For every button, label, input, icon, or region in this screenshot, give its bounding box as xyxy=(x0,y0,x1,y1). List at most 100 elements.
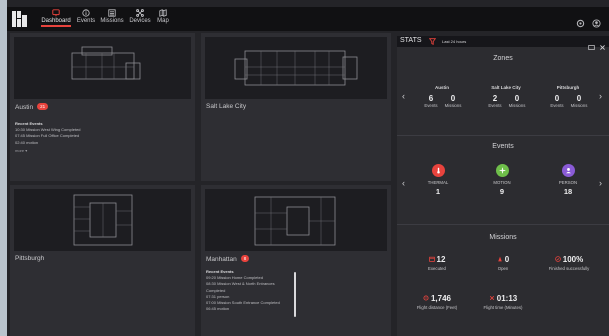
flight-time-icon xyxy=(489,294,495,303)
event-category-motion[interactable]: MOTION 9 xyxy=(477,164,527,196)
settings-icon[interactable] xyxy=(576,19,585,28)
zones-next-arrow-icon[interactable]: › xyxy=(599,91,602,101)
zone-events-value: 0 xyxy=(554,94,560,103)
person-icon xyxy=(561,164,575,177)
success-label: Finished successfully xyxy=(548,266,590,272)
site-card-salt-lake-city[interactable]: Salt Lake City xyxy=(201,33,391,181)
event-category-person[interactable]: PERSON 18 xyxy=(543,164,593,196)
site-name-austin: Austin 21 xyxy=(15,103,49,111)
stats-panel: STATS Last 24 hours Zones ‹ › Austin 6 0 … xyxy=(397,36,609,336)
app-window: Dashboard Events Missions Devices Map Au… xyxy=(7,0,609,336)
nav-missions[interactable]: Missions xyxy=(99,9,125,31)
zone-missions-label: Missions xyxy=(444,103,462,108)
event-text: motion xyxy=(217,306,230,312)
event-text: Mission West & North Entrances xyxy=(217,281,275,287)
distance-label: Flight distance (Feet) xyxy=(416,305,458,311)
missions-section: Missions 12 Executed 0 Open 100% Finishe… xyxy=(397,225,609,336)
nav-devices-label: Devices xyxy=(129,18,151,24)
zone-austin[interactable]: Austin 6 0 Events Missions xyxy=(413,85,471,108)
open-mission-icon xyxy=(497,255,503,264)
zone-salt-lake-city[interactable]: Salt Lake City 2 0 Events Missions xyxy=(477,85,535,108)
zone-missions-value: 0 xyxy=(450,94,456,103)
dashboard-icon xyxy=(52,9,60,17)
event-time: 06:45 xyxy=(206,306,217,312)
zones-prev-arrow-icon[interactable]: ‹ xyxy=(402,91,405,101)
event-category-name: THERMAL xyxy=(427,180,449,185)
user-icon[interactable] xyxy=(592,19,601,28)
flight-time-label: Flight time (Minutes) xyxy=(483,305,523,311)
zone-missions-value: 0 xyxy=(576,94,582,103)
zone-events-label: Events xyxy=(550,103,564,108)
events-next-arrow-icon[interactable]: › xyxy=(599,178,602,188)
list-icon xyxy=(108,9,116,17)
manhattan-event-badge: 8 xyxy=(240,255,250,262)
site-name-manhattan: Manhattan 8 xyxy=(206,255,250,263)
events-title: Events xyxy=(492,143,514,150)
flight-time-value: 01:13 xyxy=(496,294,518,303)
pittsburgh-floorplan xyxy=(14,189,191,251)
manhattan-name: Manhattan xyxy=(206,256,237,263)
executed-label: Executed xyxy=(428,266,446,272)
zone-events-value: 2 xyxy=(492,94,498,103)
calendar-icon xyxy=(428,255,435,264)
zone-missions-label: Missions xyxy=(508,103,526,108)
site-card-manhattan[interactable]: Manhattan 8 Recent Events 09:20 Mission H… xyxy=(201,185,391,336)
event-category-value: 18 xyxy=(563,187,573,196)
missions-executed: 12 Executed xyxy=(405,255,469,271)
austin-event-badge: 21 xyxy=(37,103,49,110)
time-range[interactable]: Last 24 hours xyxy=(442,39,466,44)
zone-events-label: Events xyxy=(488,103,502,108)
austin-recent-events: Recent Events 10:30 Mission West Wing Co… xyxy=(15,121,185,154)
nav-events[interactable]: Events xyxy=(75,9,97,31)
success-icon xyxy=(555,255,561,264)
open-label: Open xyxy=(497,266,509,272)
missions-open: 0 Open xyxy=(471,255,535,271)
event-text: Mission Home Completed xyxy=(217,275,263,281)
open-value: 0 xyxy=(504,255,510,264)
page-edge xyxy=(0,0,7,336)
event-category-thermal[interactable]: THERMAL 1 xyxy=(413,164,463,196)
nav-dashboard-label: Dashboard xyxy=(41,18,71,27)
top-nav: Dashboard Events Missions Devices Map xyxy=(7,7,609,31)
nav-devices[interactable]: Devices xyxy=(128,9,152,31)
nav-dashboard[interactable]: Dashboard xyxy=(39,9,73,31)
distance-icon xyxy=(423,294,429,303)
site-card-austin[interactable]: Austin 21 Recent Events 10:30 Mission Wes… xyxy=(10,33,195,181)
zone-missions-value: 0 xyxy=(514,94,520,103)
zone-missions-label: Missions xyxy=(570,103,588,108)
missions-flight-distance: 1,746 Flight distance (Feet) xyxy=(405,294,469,310)
missions-success: 100% Finished successfully xyxy=(537,255,601,271)
event-time: 02:40 xyxy=(15,139,26,145)
site-card-pittsburgh[interactable]: Pittsburgh xyxy=(10,185,195,336)
zones-section: Zones ‹ › Austin 6 0 Events Missions Salt … xyxy=(397,47,609,136)
manhattan-floorplan xyxy=(205,189,387,251)
event-text: Completed xyxy=(206,287,226,293)
top-icons xyxy=(576,15,601,33)
filter-icon[interactable] xyxy=(429,38,436,45)
nav-map[interactable]: Map xyxy=(155,9,171,31)
event-category-value: 9 xyxy=(499,187,505,196)
zone-events-value: 6 xyxy=(428,94,434,103)
site-name-salt-lake-city: Salt Lake City xyxy=(206,103,247,110)
stats-title: STATS xyxy=(400,37,422,44)
stats-header: STATS Last 24 hours xyxy=(397,36,609,50)
more-link[interactable]: more ▾ xyxy=(15,148,185,154)
info-icon xyxy=(82,9,90,17)
event-text: Mission Full Office Completed xyxy=(26,133,80,139)
events-scrollbar[interactable] xyxy=(294,272,296,317)
site-name-pittsburgh: Pittsburgh xyxy=(15,255,45,262)
event-category-value: 1 xyxy=(435,187,441,196)
event-row[interactable]: 02:40 motion xyxy=(15,140,185,146)
event-row[interactable]: 06:45 motion xyxy=(206,306,296,312)
event-text: person xyxy=(217,293,230,299)
app-logo-icon[interactable] xyxy=(12,11,28,27)
zone-name: Pittsburgh xyxy=(556,85,580,90)
executed-value: 12 xyxy=(436,255,446,264)
missions-title: Missions xyxy=(489,234,517,241)
austin-floorplan xyxy=(14,37,191,99)
salt-lake-city-floorplan xyxy=(205,37,387,99)
austin-name: Austin xyxy=(15,104,34,111)
events-prev-arrow-icon[interactable]: ‹ xyxy=(402,178,405,188)
thermometer-icon xyxy=(431,164,445,177)
zone-pittsburgh[interactable]: Pittsburgh 0 0 Events Missions xyxy=(539,85,597,108)
